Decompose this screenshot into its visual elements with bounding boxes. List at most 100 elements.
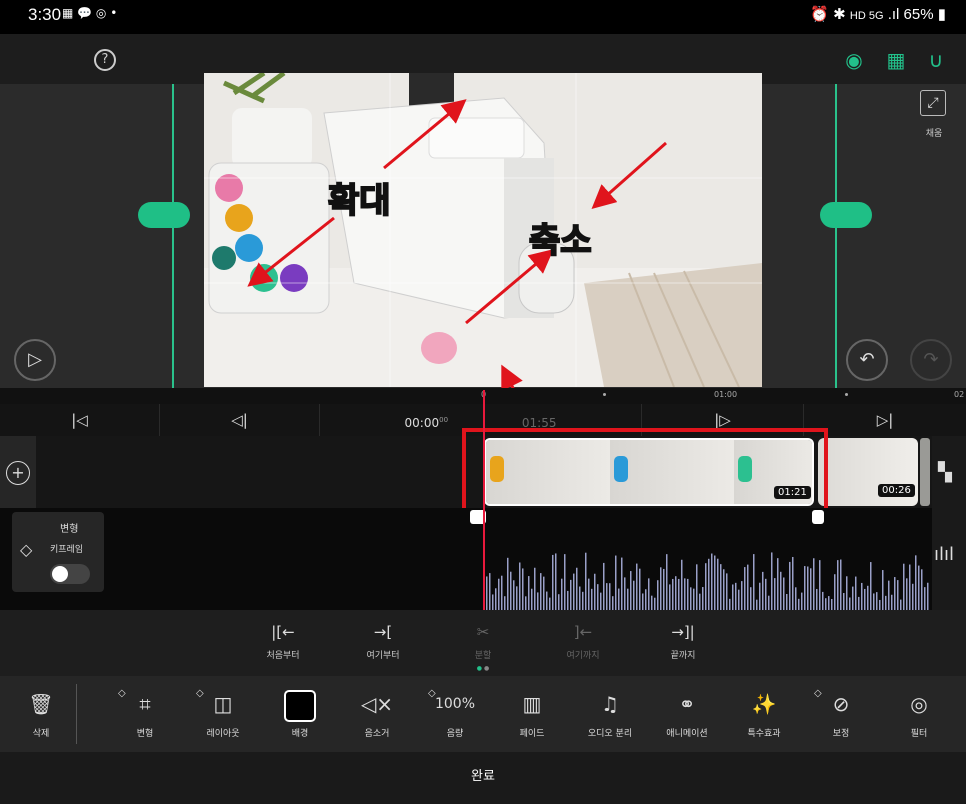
magnet-icon[interactable]: ∪ xyxy=(924,48,948,72)
left-handle[interactable] xyxy=(138,202,190,228)
waveform-bar xyxy=(600,592,602,610)
go-to-end-button[interactable]: ▷| xyxy=(804,404,966,436)
waveform-bar xyxy=(486,576,488,610)
transform-button[interactable]: ◇ ⌗ 변형 xyxy=(110,688,180,739)
waveform-bar xyxy=(648,578,650,610)
waveform-bar xyxy=(666,554,668,610)
signal-icon: .ıl xyxy=(887,6,900,23)
waveform-bar xyxy=(825,598,827,610)
waveform-bar xyxy=(894,577,896,610)
waveform-bar xyxy=(573,573,575,610)
help-icon[interactable]: ? xyxy=(94,49,116,71)
next-clip[interactable]: 00:26 xyxy=(818,438,918,506)
trim-to-here-button[interactable]: ]← 여기까지 xyxy=(548,620,618,661)
tool-label: 배경 xyxy=(291,729,309,739)
mute-button[interactable]: ◁× 음소거 xyxy=(342,688,412,739)
waveform-bar xyxy=(804,566,806,610)
waveform-bar xyxy=(810,568,812,610)
grid-icon[interactable]: ▦ xyxy=(884,48,908,72)
waveform-bar xyxy=(729,598,731,610)
done-button[interactable]: 완료 xyxy=(0,752,966,804)
background-button[interactable]: 배경 xyxy=(265,688,335,739)
preview-area: 확대 축소 ⤢ 채움 ▷ ↶ ↷ xyxy=(0,73,966,388)
guide-line-right xyxy=(835,84,837,388)
split-button[interactable]: ✂ 분할 ● ● xyxy=(448,620,518,672)
ruler-mid: 01:00 xyxy=(714,390,738,399)
add-clip-button[interactable]: + xyxy=(6,461,30,485)
waveform-bar xyxy=(774,578,776,610)
redo-button[interactable]: ↷ xyxy=(910,339,952,381)
animation-button[interactable]: ⚭ 애니메이션 xyxy=(652,688,722,739)
page-dots: ● ● xyxy=(476,665,490,672)
keyframe-toggle[interactable] xyxy=(50,564,90,584)
waveform-bar xyxy=(498,578,500,610)
waveform-bar xyxy=(846,576,848,610)
keyframe-diamond-icon[interactable]: ◇ xyxy=(20,540,32,559)
audio-split-button[interactable]: ♫ 오디오 분리 xyxy=(575,688,645,739)
eye-icon[interactable]: ◉ xyxy=(842,48,866,72)
audio-split-icon: ♫ xyxy=(601,692,619,716)
video-frame[interactable]: 확대 축소 xyxy=(204,73,762,387)
waveform-bar xyxy=(669,584,671,610)
waveform-bar xyxy=(741,581,743,610)
undo-button[interactable]: ↶ xyxy=(846,339,888,381)
trim-from-start-button[interactable]: |[← 처음부터 xyxy=(248,620,318,661)
trim-start-icon: |[← xyxy=(271,623,295,641)
ruler-dot xyxy=(845,393,848,396)
status-bar: 3:30 ▦ 💬 ◎ • ⏰ ✱ HD 5G .ıl 65% ▮ xyxy=(0,0,966,34)
waveform-bar xyxy=(693,588,695,610)
waveform-bar xyxy=(798,598,800,610)
waveform-bar xyxy=(603,562,605,610)
trim-label: 분할 xyxy=(474,651,492,661)
waveform-bar xyxy=(777,558,779,610)
play-button[interactable]: ▷ xyxy=(14,339,56,381)
waveform-bar xyxy=(762,571,764,610)
waveform-bar xyxy=(735,582,737,610)
waveform-bar xyxy=(840,559,842,610)
layout-button[interactable]: ◇ ◫ 레이아웃 xyxy=(188,688,258,739)
trim-handle-right[interactable] xyxy=(812,510,824,524)
right-handle[interactable] xyxy=(820,202,872,228)
fit-icon[interactable]: ⤢ xyxy=(920,90,946,116)
waveform-bar xyxy=(828,596,830,610)
fade-button[interactable]: ▥ 페이드 xyxy=(497,688,567,739)
trim-from-here-button[interactable]: →[ 여기부터 xyxy=(348,620,418,661)
zoom-out-caption: 축소 xyxy=(528,220,593,262)
battery-icon: ▮ xyxy=(937,6,946,23)
waveform-bar xyxy=(726,573,728,610)
grid-view-icon[interactable]: ▚ xyxy=(938,462,952,483)
waveform-bar xyxy=(888,580,890,610)
waveform-bar xyxy=(594,573,596,610)
waveform-icon[interactable]: ılıl xyxy=(934,544,954,565)
effects-button[interactable]: ✨ 특수효과 xyxy=(729,688,799,739)
keyframe-subtitle: 키프레임 xyxy=(50,545,84,555)
ruler-dot xyxy=(603,393,606,396)
notification-icons: ▦ 💬 ◎ • xyxy=(62,6,118,20)
waveform-bar xyxy=(885,595,887,610)
waveform-bar xyxy=(849,597,851,610)
waveform-bar xyxy=(783,577,785,610)
waveform-bar xyxy=(807,566,809,610)
trim-end-icon: →]| xyxy=(671,623,695,641)
waveform-bar xyxy=(771,552,773,610)
ruler-end: 02 xyxy=(954,390,965,399)
filter-button[interactable]: ◎ 필터 xyxy=(884,688,954,739)
correction-button[interactable]: ◇ ⊘ 보정 xyxy=(806,688,876,739)
delete-button[interactable]: 🗑 삭제 xyxy=(6,688,76,739)
audio-waveform xyxy=(486,552,929,610)
waveform-bar xyxy=(705,563,707,610)
waveform-bar xyxy=(507,557,509,610)
current-time: 00:00 xyxy=(404,416,440,430)
volume-button[interactable]: ◇ 100% 음량 xyxy=(420,688,490,739)
waveform-bar xyxy=(720,564,722,610)
trim-to-end-button[interactable]: →]| 끝까지 xyxy=(648,620,718,661)
waveform-bar xyxy=(519,562,521,610)
prev-frame-button[interactable]: ◁| xyxy=(160,404,320,436)
waveform-bar xyxy=(903,563,905,610)
go-to-start-button[interactable]: |◁ xyxy=(0,404,160,436)
waveform-bar xyxy=(633,580,635,610)
waveform-bar xyxy=(678,578,680,610)
playhead[interactable] xyxy=(483,390,485,610)
keyframe-icon: ◇ xyxy=(814,688,822,699)
waveform-bar xyxy=(654,597,656,610)
